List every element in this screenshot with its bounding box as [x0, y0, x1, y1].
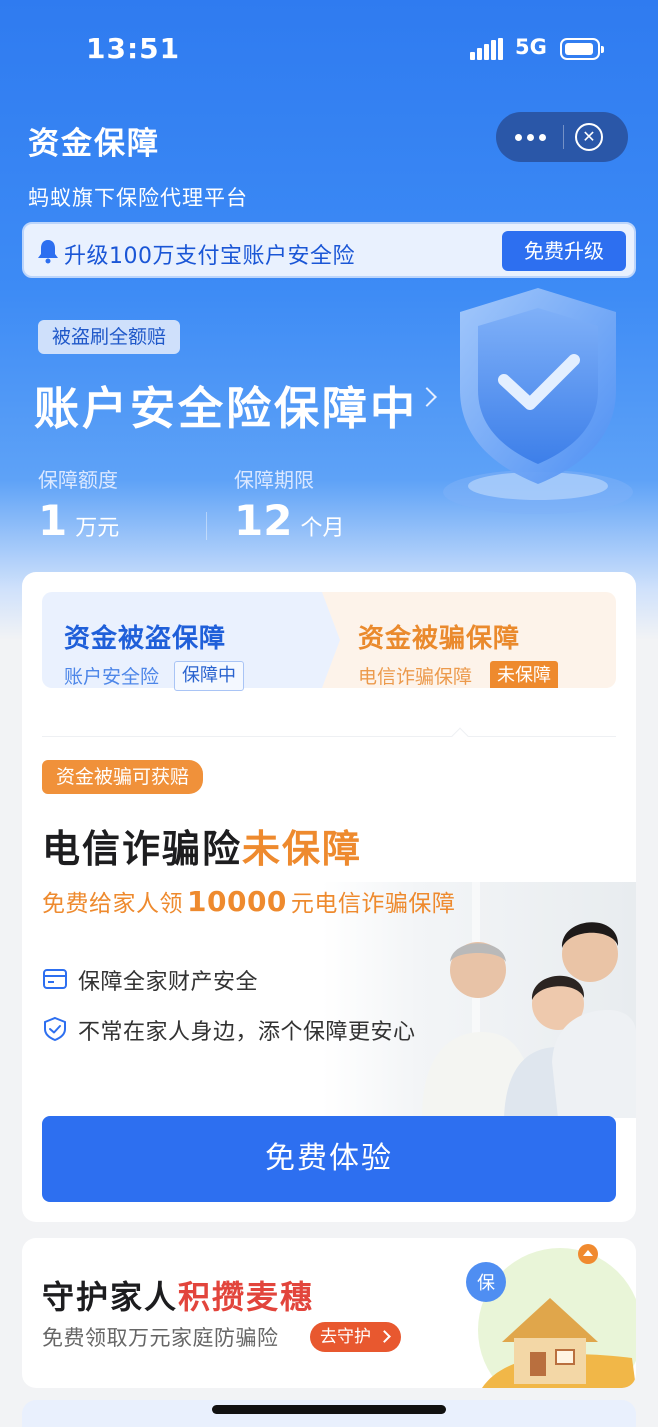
house-illustration: 保	[466, 1244, 636, 1388]
network-type: 5G	[515, 35, 547, 59]
tab-theft-protection[interactable]: 资金被盗保障 账户安全险 保障中	[42, 592, 358, 691]
family-guard-card[interactable]: 守护家人积攒麦穗 免费领取万元家庭防骗险 去守护 保	[22, 1238, 636, 1388]
family-guard-desc: 免费领取万元家庭防骗险	[42, 1326, 279, 1350]
insurance-badge-char: 保	[477, 1273, 495, 1294]
upgrade-notice[interactable]: 升级100万支付宝账户安全险 免费升级	[22, 222, 636, 278]
fraud-insurance-card: 资金被盗保障 账户安全险 保障中 资金被骗保障 电信诈骗保障 未保障 资金被骗可…	[22, 572, 636, 1222]
free-upgrade-button[interactable]: 免费升级	[502, 231, 626, 271]
stat-divider	[206, 512, 207, 540]
close-icon[interactable]: ✕	[575, 123, 603, 151]
card-title: 电信诈骗险未保障	[42, 827, 363, 871]
shield-icon	[44, 1016, 66, 1042]
status-time: 13:51	[86, 32, 181, 65]
status-badge-active: 保障中	[174, 661, 244, 691]
coverage-period-value: 12 个月	[234, 496, 345, 545]
tab-fraud-sub: 电信诈骗保障	[358, 666, 473, 688]
page-subtitle: 蚂蚁旗下保险代理平台	[28, 186, 248, 210]
promo-text: 免费给家人领 10000 元电信诈骗保障	[42, 885, 456, 918]
more-icon[interactable]	[496, 112, 564, 162]
shield-check-icon	[443, 288, 633, 514]
tab-pointer	[451, 727, 469, 745]
status-bar: 13:51 5G	[0, 0, 658, 100]
battery-icon	[560, 38, 604, 60]
hero-title[interactable]: 账户安全险保障中	[34, 372, 418, 437]
tab-theft-title: 资金被盗保障	[64, 624, 227, 654]
coverage-amount-value: 1 万元	[38, 496, 120, 545]
notice-text: 升级100万支付宝账户安全险	[64, 244, 355, 269]
page-title: 资金保障	[28, 126, 160, 162]
coverage-period-label: 保障期限	[234, 468, 314, 492]
family-guard-title: 守护家人积攒麦穗	[42, 1278, 315, 1316]
status-badge-inactive: 未保障	[490, 661, 558, 688]
tab-theft-sub: 账户安全险	[64, 666, 160, 688]
mini-program-capsule: ✕	[496, 112, 628, 162]
go-guard-button[interactable]: 去守护	[310, 1322, 401, 1352]
free-trial-button[interactable]: 免费体验	[42, 1116, 616, 1202]
bell-icon	[38, 240, 58, 264]
tab-fraud-title: 资金被骗保障	[358, 624, 521, 654]
home-indicator[interactable]	[212, 1405, 446, 1414]
divider	[42, 736, 616, 737]
card-icon	[43, 969, 67, 989]
signal-icon	[470, 38, 504, 60]
coverage-amount-label: 保障额度	[38, 468, 118, 492]
tab-fraud-protection[interactable]: 资金被骗保障 电信诈骗保障 未保障	[322, 592, 616, 688]
claim-tag: 资金被骗可获赔	[42, 760, 204, 794]
hero-tag: 被盗刷全额赔	[38, 320, 181, 354]
